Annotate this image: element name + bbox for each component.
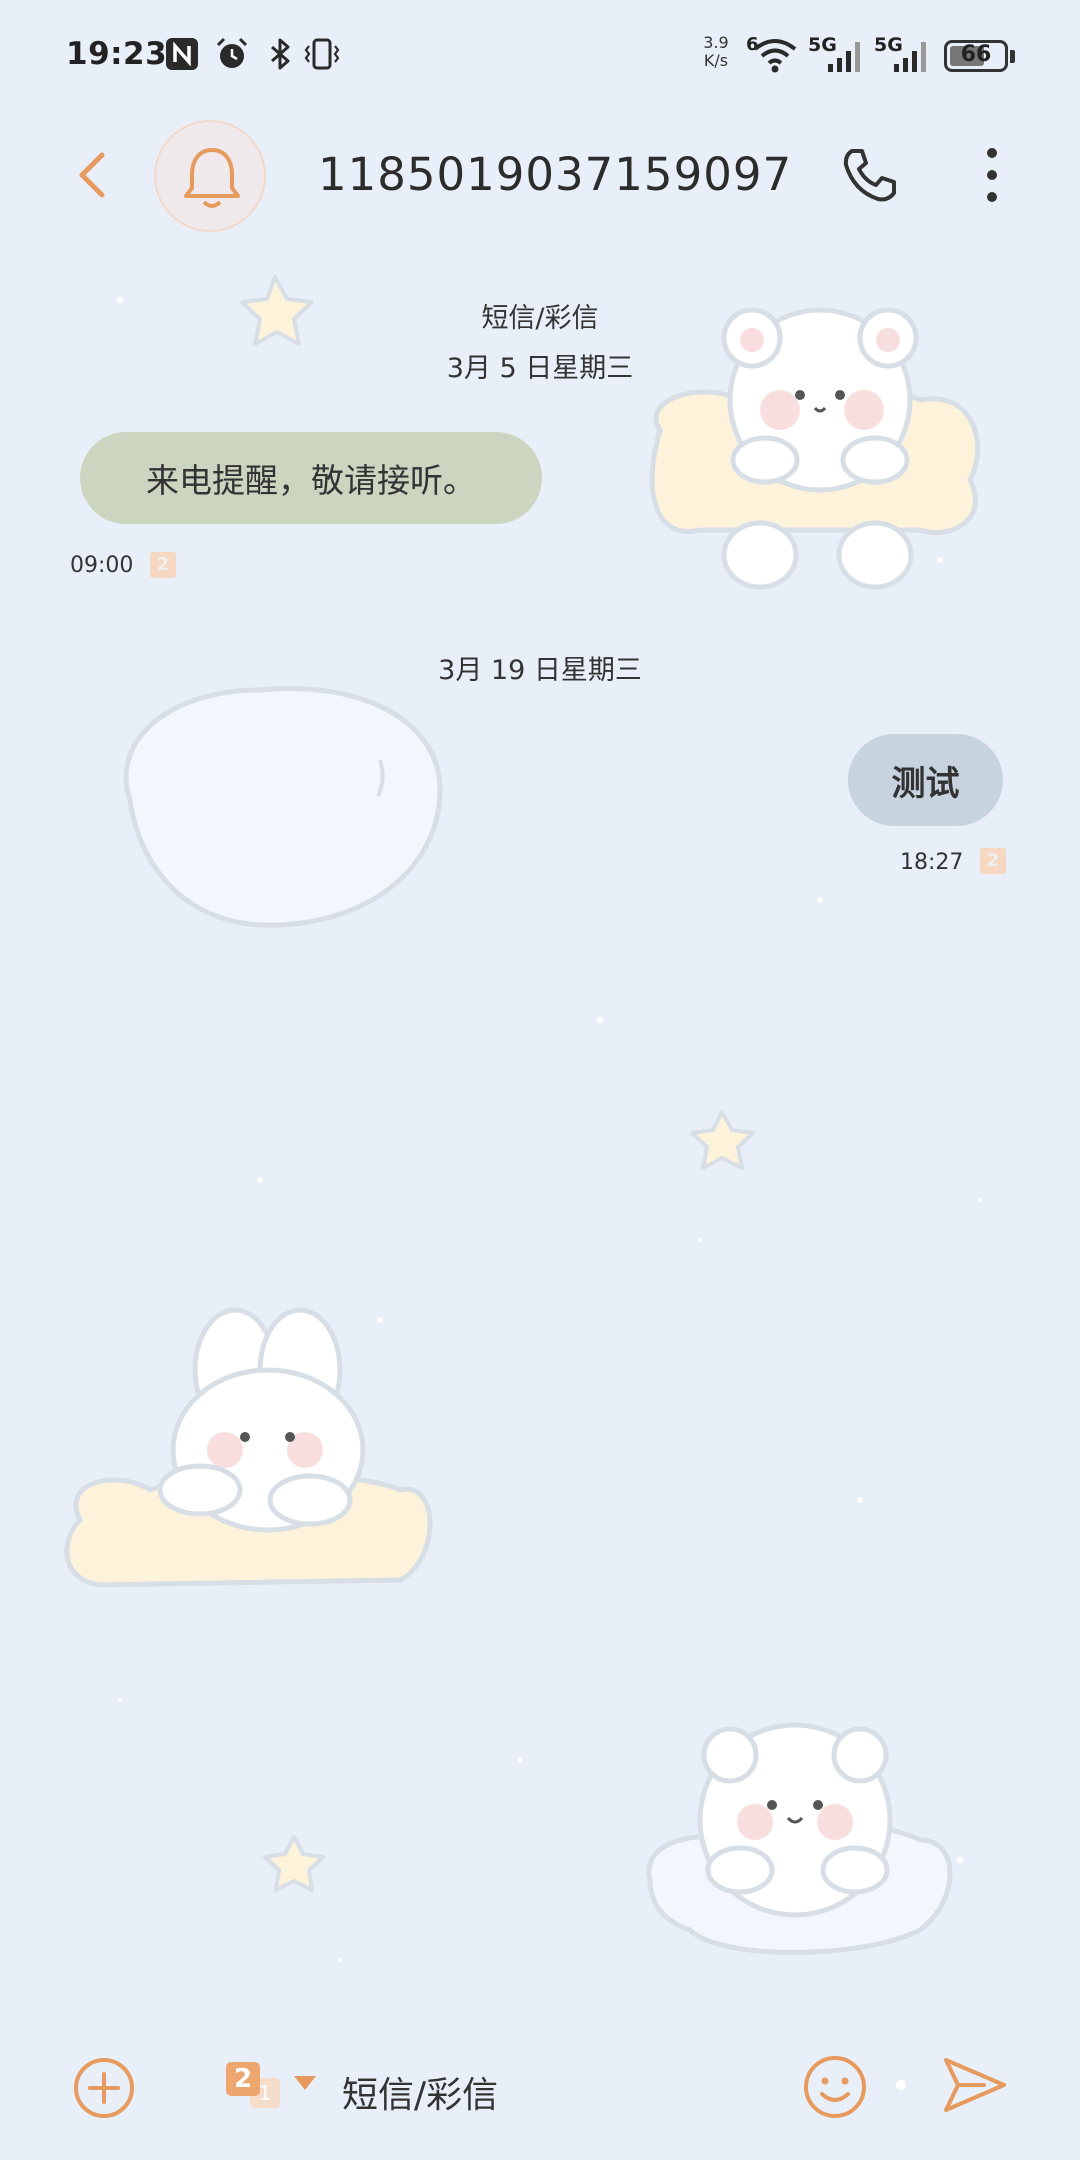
contact-number: 1185019037159097	[318, 148, 793, 201]
date-separator: 3月 19 日星期三	[438, 655, 642, 686]
battery-icon: 66	[944, 40, 1008, 72]
chevron-down-icon	[294, 2076, 316, 2090]
message-input[interactable]: 短信/彩信	[342, 2066, 498, 2118]
vibrate-icon	[304, 38, 340, 70]
signal-icon	[828, 42, 860, 72]
message-text: 测试	[891, 763, 960, 804]
messaging-screen: 19:23 3.9 K/s 6 5G 5G 66 118501903715909…	[0, 0, 1080, 2160]
nfc-icon	[166, 38, 198, 70]
outgoing-message-bubble[interactable]: 测试	[848, 734, 1003, 826]
conversation-type-label: 短信/彩信	[481, 303, 599, 334]
battery-level: 66	[960, 42, 992, 67]
network-speed-unit: K/s	[703, 51, 729, 70]
sim-primary-badge: 2	[226, 2062, 260, 2096]
sim-badge: 2	[980, 848, 1006, 874]
alarm-icon	[216, 37, 248, 68]
emoji-icon[interactable]	[802, 2054, 868, 2120]
date-separator: 3月 5 日星期三	[446, 353, 634, 384]
network-speed-value: 3.9	[703, 33, 729, 52]
bell-icon	[184, 148, 240, 208]
network-speed: 3.9 K/s	[696, 34, 736, 70]
wifi-icon	[753, 39, 797, 73]
battery-tip	[1010, 50, 1015, 63]
message-time: 09:00	[70, 553, 134, 578]
bluetooth-icon	[271, 38, 290, 70]
divider-dot	[896, 2080, 906, 2090]
send-icon[interactable]	[940, 2052, 1010, 2118]
message-text: 来电提醒，敬请接听。	[146, 461, 476, 500]
contact-avatar[interactable]	[154, 120, 266, 232]
plus-icon[interactable]	[72, 2056, 136, 2120]
signal-icon	[894, 42, 926, 72]
back-icon[interactable]	[70, 145, 114, 205]
status-time: 19:23	[66, 36, 168, 72]
phone-icon[interactable]	[838, 145, 898, 205]
sim-select-icon[interactable]: 1 2	[224, 2056, 324, 2120]
sim-badge: 2	[150, 552, 176, 578]
message-time: 18:27	[900, 850, 964, 875]
more-icon[interactable]	[972, 145, 1012, 205]
incoming-message-bubble[interactable]: 来电提醒，敬请接听。	[80, 432, 542, 524]
